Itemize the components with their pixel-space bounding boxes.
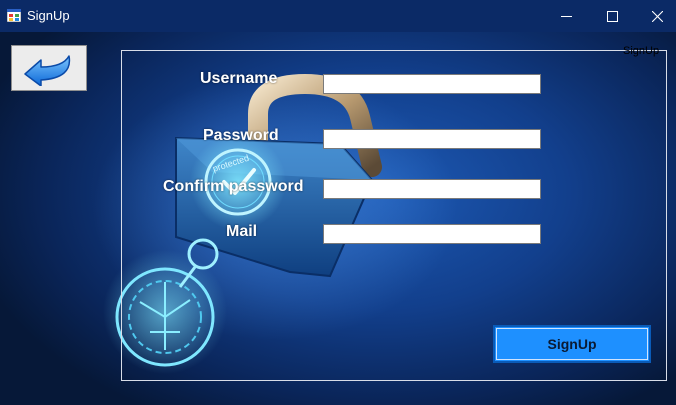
- password-label: Password: [203, 127, 279, 144]
- confirm-password-label: Confirm password: [163, 178, 304, 195]
- winforms-app-icon: [7, 9, 21, 22]
- minimize-button[interactable]: [543, 0, 589, 32]
- password-field[interactable]: [323, 129, 541, 149]
- mail-field[interactable]: [323, 224, 541, 244]
- close-icon: [651, 10, 663, 22]
- groupbox-title: SignUp: [623, 45, 660, 57]
- form-background: protected SignUp Username Password Confi…: [0, 32, 676, 405]
- username-field[interactable]: [323, 74, 541, 94]
- close-button[interactable]: [634, 0, 676, 32]
- signup-button[interactable]: SignUp: [493, 325, 651, 363]
- confirm-password-field[interactable]: [323, 179, 541, 199]
- back-arrow-icon: [24, 55, 71, 86]
- mail-label: Mail: [226, 223, 258, 240]
- minimize-icon: [560, 15, 572, 17]
- back-button[interactable]: [11, 45, 87, 91]
- maximize-button[interactable]: [589, 0, 635, 32]
- username-label: Username: [200, 70, 278, 87]
- window-title: SignUp: [27, 8, 70, 23]
- title-bar: SignUp: [0, 0, 676, 32]
- maximize-icon: [606, 10, 618, 22]
